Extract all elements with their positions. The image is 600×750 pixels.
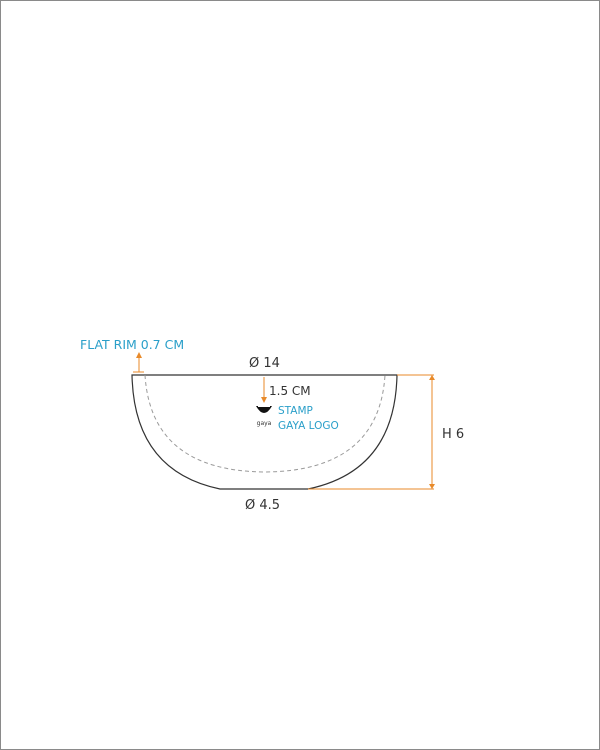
height-dimension — [308, 374, 435, 490]
flat-rim-marker — [133, 352, 144, 373]
stamp-depth-label: 1.5 CM — [269, 384, 311, 398]
gaya-logo-label: GAYA LOGO — [278, 420, 339, 432]
drawing-sheet: gaya FLAT RIM 0.7 CM Ø 14 1.5 CM STAMP G… — [0, 0, 600, 750]
flat-rim-label: FLAT RIM 0.7 CM — [80, 337, 184, 352]
height-label: H 6 — [442, 427, 464, 442]
top-diameter-label: Ø 14 — [249, 356, 280, 371]
stamp-depth-marker — [261, 377, 267, 403]
stamp-label: STAMP — [278, 405, 313, 417]
bowl-drawing: gaya FLAT RIM 0.7 CM Ø 14 1.5 CM STAMP G… — [80, 337, 464, 513]
gaya-logo-icon: gaya — [256, 405, 272, 427]
logo-wordmark: gaya — [257, 420, 272, 427]
base-diameter-label: Ø 4.5 — [245, 498, 280, 513]
